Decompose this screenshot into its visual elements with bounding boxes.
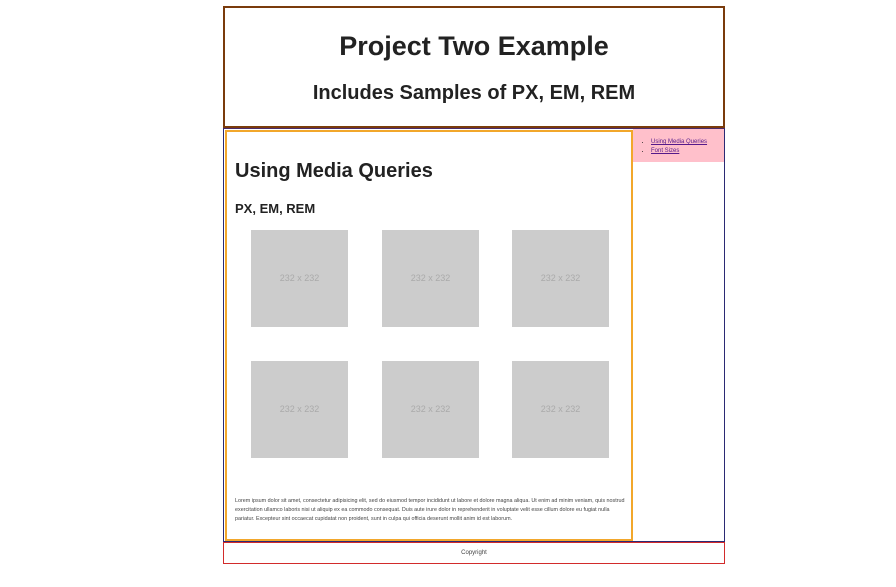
site-footer: Copyright — [223, 542, 725, 564]
page-container: Project Two Example Includes Samples of … — [223, 6, 725, 564]
placeholder-image: 232 x 232 — [382, 230, 479, 327]
main-article: Using Media Queries PX, EM, REM 232 x 23… — [225, 130, 633, 541]
sidebar: Using Media Queries Font Sizes — [633, 129, 724, 162]
lorem-paragraph: Lorem ipsum dolor sit amet, consectetur … — [235, 498, 625, 522]
content-wrapper: Using Media Queries PX, EM, REM 232 x 23… — [223, 128, 725, 542]
font-sizes-link[interactable]: Font Sizes — [651, 148, 679, 154]
placeholder-image: 232 x 232 — [512, 361, 609, 458]
sidebar-nav-list: Using Media Queries Font Sizes — [633, 129, 724, 156]
article-subtitle: PX, EM, REM — [235, 201, 316, 216]
placeholder-image: 232 x 232 — [382, 361, 479, 458]
placeholder-image: 232 x 232 — [251, 230, 348, 327]
article-title: Using Media Queries — [235, 160, 433, 182]
site-header: Project Two Example Includes Samples of … — [223, 6, 725, 128]
placeholder-image: 232 x 232 — [512, 230, 609, 327]
media-queries-link[interactable]: Using Media Queries — [651, 139, 707, 145]
placeholder-image: 232 x 232 — [251, 361, 348, 458]
sidebar-item-font-sizes: Font Sizes — [651, 147, 724, 156]
page-subtitle: Includes Samples of PX, EM, REM — [312, 82, 636, 104]
copyright-text: Copyright — [461, 550, 487, 556]
page-title: Project Two Example — [339, 31, 609, 61]
sidebar-item-media-queries: Using Media Queries — [651, 138, 724, 147]
